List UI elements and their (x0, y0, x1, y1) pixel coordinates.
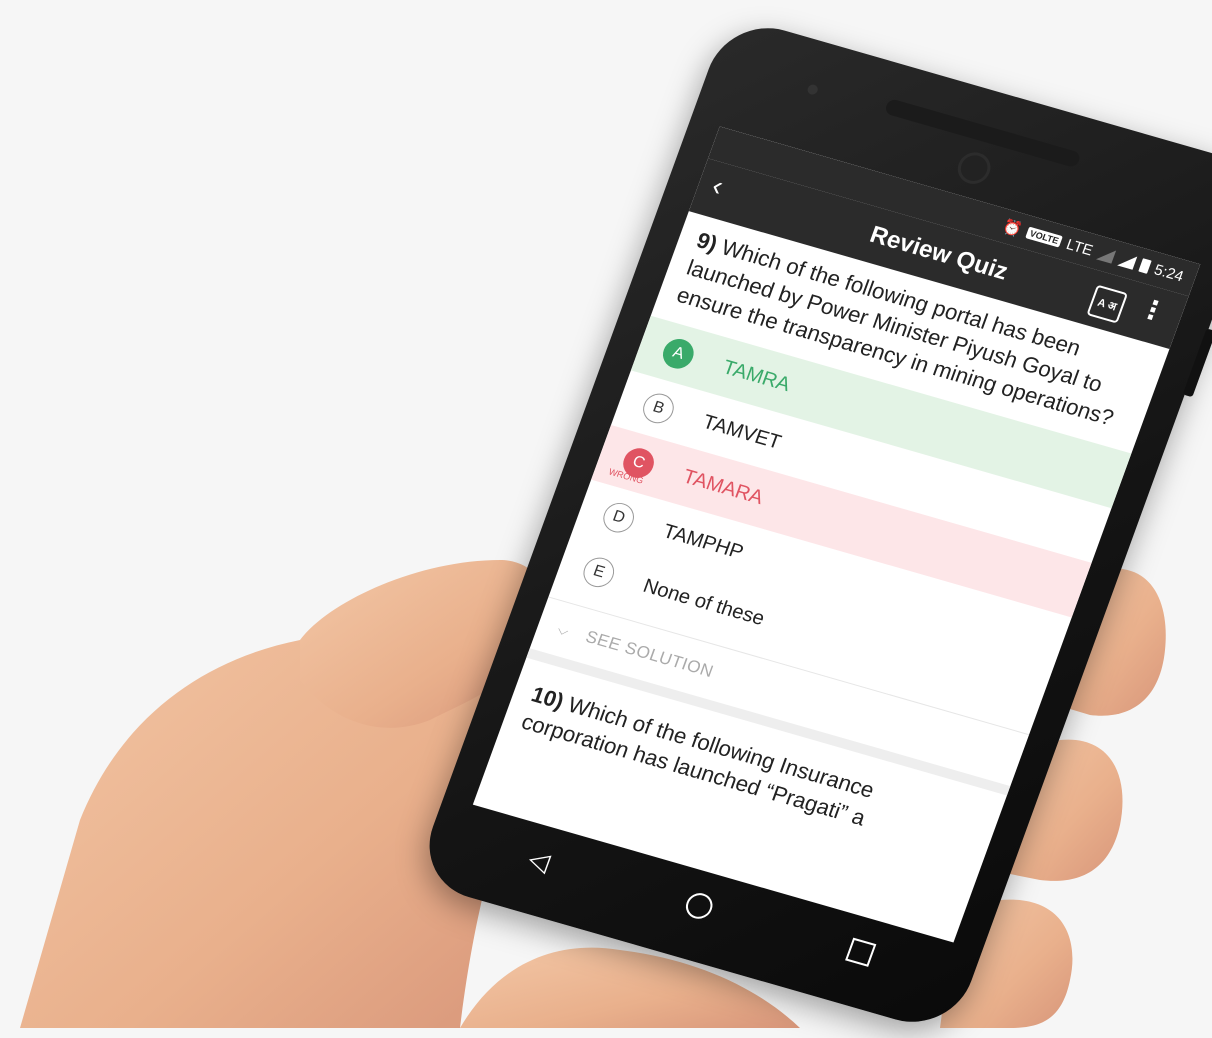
option-text: TAMRA (719, 355, 794, 396)
option-letter: A (658, 335, 698, 373)
signal-icon-2 (1116, 252, 1138, 270)
signal-icon (1095, 246, 1116, 264)
alarm-icon: ⏰ (1000, 217, 1025, 240)
question-number: 9) (693, 227, 721, 257)
home-icon[interactable] (682, 890, 717, 922)
option-text: TAMVET (700, 410, 785, 454)
option-letter: E (579, 554, 619, 591)
network-type: LTE (1064, 235, 1096, 259)
clock: 5:24 (1151, 260, 1186, 285)
option-letter: D (599, 499, 639, 536)
option-text: TAMPHP (660, 519, 747, 564)
option-text: TAMARA (680, 465, 767, 509)
volte-badge: VOLTE (1025, 226, 1064, 248)
option-letter: B (638, 390, 678, 427)
chevron-down-icon: ⌵ (555, 620, 572, 639)
recents-icon[interactable] (845, 937, 877, 967)
back-triangle-icon[interactable]: ◁ (524, 843, 555, 878)
battery-icon (1138, 258, 1152, 274)
question-number: 10) (528, 681, 568, 714)
